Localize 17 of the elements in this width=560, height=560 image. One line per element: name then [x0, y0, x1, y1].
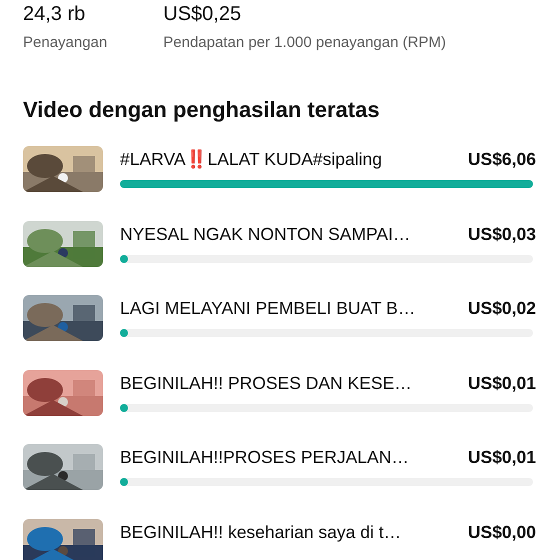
video-title[interactable]: #LARVA‼LALAT KUDA#sipaling — [120, 147, 382, 171]
video-earnings: US$6,06 — [468, 148, 536, 171]
stat-value: 24,3 rb — [23, 2, 86, 27]
video-earnings: US$0,01 — [468, 446, 536, 469]
video-title[interactable]: BEGINILAH!! PROSES DAN KESE… — [120, 370, 412, 394]
video-title[interactable]: BEGINILAH!!PROSES PERJALAN… — [120, 445, 409, 469]
video-title[interactable]: LAGI MELAYANI PEMBELI BUAT B… — [120, 296, 416, 320]
video-title[interactable]: NYESAL NGAK NONTON SAMPAI… — [120, 222, 410, 246]
video-earnings: US$0,03 — [468, 222, 536, 246]
video-title[interactable]: BEGINILAH!! keseharian saya di t… — [120, 520, 402, 544]
video-earnings: US$0,02 — [468, 297, 536, 320]
stat-label: Pendapatan per 1.000 penayangan (RPM) — [163, 33, 446, 53]
video-earnings: US$0,00 — [468, 520, 536, 544]
section-title: Video dengan penghasilan teratas — [22, 96, 381, 124]
stat-value: US$0,25 — [163, 2, 242, 27]
video-earnings: US$0,01 — [468, 372, 536, 394]
stat-label: Penayangan — [23, 33, 108, 53]
